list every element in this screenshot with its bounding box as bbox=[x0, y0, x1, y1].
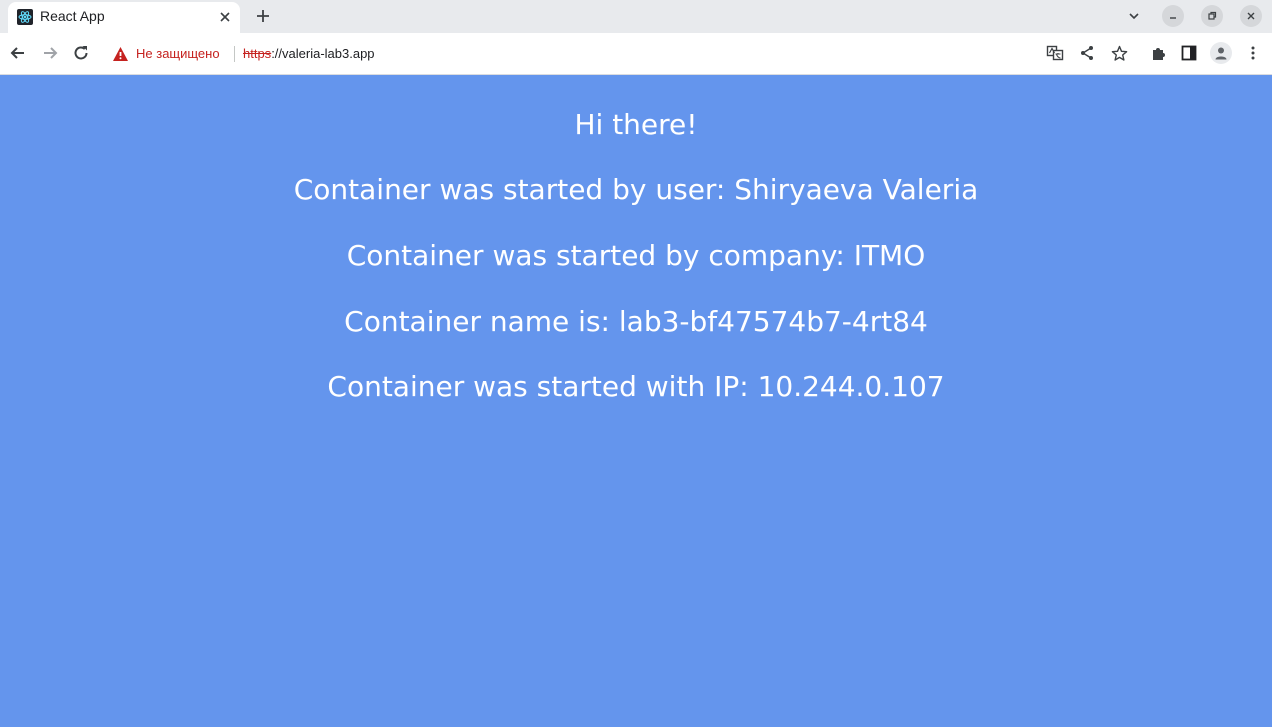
url-text[interactable]: https://valeria-lab3.app bbox=[243, 46, 375, 61]
close-window-icon[interactable] bbox=[1240, 5, 1262, 27]
bookmark-star-icon[interactable] bbox=[1109, 43, 1129, 63]
tab-strip: React App bbox=[0, 0, 1272, 33]
tab-search-chevron-icon[interactable] bbox=[1123, 5, 1145, 27]
new-tab-plus-icon[interactable] bbox=[251, 4, 275, 28]
close-tab-icon[interactable] bbox=[216, 8, 234, 26]
url-scheme: https bbox=[243, 46, 272, 61]
share-icon[interactable] bbox=[1077, 43, 1097, 63]
browser-toolbar: Не защищено https://valeria-lab3.app bbox=[0, 33, 1272, 75]
react-logo-icon bbox=[17, 9, 33, 25]
omnibox-divider bbox=[234, 46, 235, 62]
security-status-label[interactable]: Не защищено bbox=[136, 46, 220, 61]
page-content: Hi there! Container was started by user:… bbox=[0, 76, 1272, 727]
reload-icon[interactable] bbox=[69, 41, 93, 65]
back-arrow-icon[interactable] bbox=[6, 41, 30, 65]
tab-react-app[interactable]: React App bbox=[8, 2, 240, 33]
container-name-text: Container name is: lab3-bf47574b7-4rt84 bbox=[344, 305, 928, 338]
container-ip-text: Container was started with IP: 10.244.0.… bbox=[327, 370, 945, 403]
forward-arrow-icon[interactable] bbox=[38, 41, 62, 65]
minimize-window-icon[interactable] bbox=[1162, 5, 1184, 27]
address-bar[interactable]: Не защищено https://valeria-lab3.app bbox=[104, 37, 1144, 71]
company-info-text: Container was started by company: ITMO bbox=[346, 239, 926, 272]
translate-icon[interactable] bbox=[1045, 43, 1065, 63]
user-info-text: Container was started by user: Shiryaeva… bbox=[293, 173, 979, 206]
extensions-puzzle-icon[interactable] bbox=[1148, 43, 1168, 63]
url-host: ://valeria-lab3.app bbox=[271, 46, 375, 61]
not-secure-warning-icon[interactable] bbox=[112, 46, 129, 62]
tab-title: React App bbox=[40, 8, 105, 24]
restore-window-icon[interactable] bbox=[1201, 5, 1223, 27]
more-menu-icon[interactable] bbox=[1243, 43, 1263, 63]
greeting-text: Hi there! bbox=[574, 108, 698, 141]
side-panel-icon[interactable] bbox=[1179, 43, 1199, 63]
profile-avatar-icon[interactable] bbox=[1210, 42, 1232, 64]
